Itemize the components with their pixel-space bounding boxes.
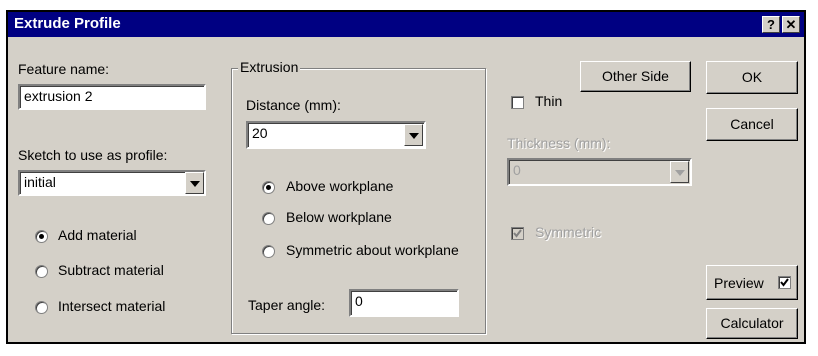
thin-label[interactable]: Thin bbox=[535, 93, 562, 109]
add-material-label[interactable]: Add material bbox=[58, 227, 137, 243]
distance-input[interactable]: 20 bbox=[246, 121, 426, 149]
close-icon[interactable]: ✕ bbox=[782, 16, 800, 33]
symmetric-checkbox bbox=[511, 227, 524, 240]
below-workplane-label[interactable]: Below workplane bbox=[286, 209, 392, 225]
title-bar[interactable]: Extrude Profile ? ✕ bbox=[8, 12, 804, 37]
preview-button[interactable]: Preview bbox=[706, 265, 798, 300]
sketch-profile-select[interactable]: initial bbox=[18, 170, 206, 196]
preview-checkbox[interactable] bbox=[778, 276, 791, 289]
above-workplane-label[interactable]: Above workplane bbox=[286, 178, 393, 194]
cancel-button[interactable]: Cancel bbox=[706, 108, 798, 141]
extrude-profile-dialog: Extrude Profile ? ✕ Feature name: extrus… bbox=[6, 10, 806, 344]
ok-label: OK bbox=[741, 69, 763, 85]
intersect-material-radio[interactable] bbox=[35, 301, 48, 314]
calculator-button[interactable]: Calculator bbox=[706, 308, 798, 339]
taper-angle-label: Taper angle: bbox=[248, 297, 326, 313]
sketch-profile-label: Sketch to use as profile: bbox=[18, 147, 168, 163]
below-workplane-radio[interactable] bbox=[262, 212, 275, 225]
other-side-label: Other Side bbox=[602, 68, 669, 84]
sketch-profile-dropdown-icon[interactable] bbox=[185, 172, 204, 194]
extrusion-group-label: Extrusion bbox=[238, 59, 301, 75]
thickness-label: Thickness (mm): bbox=[507, 135, 611, 151]
thickness-input: 0 bbox=[507, 158, 692, 186]
symmetric-label: Symmetric bbox=[535, 224, 602, 240]
cancel-label: Cancel bbox=[730, 116, 774, 132]
checkmark-icon bbox=[513, 229, 522, 238]
ok-button[interactable]: OK bbox=[706, 61, 798, 94]
symmetric-workplane-radio[interactable] bbox=[262, 245, 275, 258]
symmetric-workplane-label[interactable]: Symmetric about workplane bbox=[286, 242, 459, 258]
calculator-label: Calculator bbox=[720, 315, 784, 331]
feature-name-input[interactable]: extrusion 2 bbox=[18, 84, 206, 110]
thickness-dropdown-icon bbox=[670, 161, 689, 183]
above-workplane-radio[interactable] bbox=[262, 181, 275, 194]
feature-name-label: Feature name: bbox=[18, 61, 110, 77]
distance-label: Distance (mm): bbox=[246, 97, 341, 113]
add-material-radio[interactable] bbox=[35, 230, 48, 243]
preview-label: Preview bbox=[714, 275, 764, 291]
thin-checkbox[interactable] bbox=[511, 96, 524, 109]
sketch-profile-value: initial bbox=[24, 174, 56, 190]
taper-angle-input[interactable]: 0 bbox=[349, 289, 459, 317]
subtract-material-radio[interactable] bbox=[35, 265, 48, 278]
distance-dropdown-icon[interactable] bbox=[404, 124, 423, 146]
intersect-material-label[interactable]: Intersect material bbox=[58, 298, 165, 314]
subtract-material-label[interactable]: Subtract material bbox=[58, 262, 164, 278]
help-button[interactable]: ? bbox=[762, 16, 780, 33]
checkmark-icon bbox=[780, 278, 789, 287]
dialog-title: Extrude Profile bbox=[14, 15, 121, 32]
other-side-button[interactable]: Other Side bbox=[580, 61, 691, 92]
extrusion-group: Extrusion Distance (mm): 20 Above workpl… bbox=[231, 59, 486, 334]
